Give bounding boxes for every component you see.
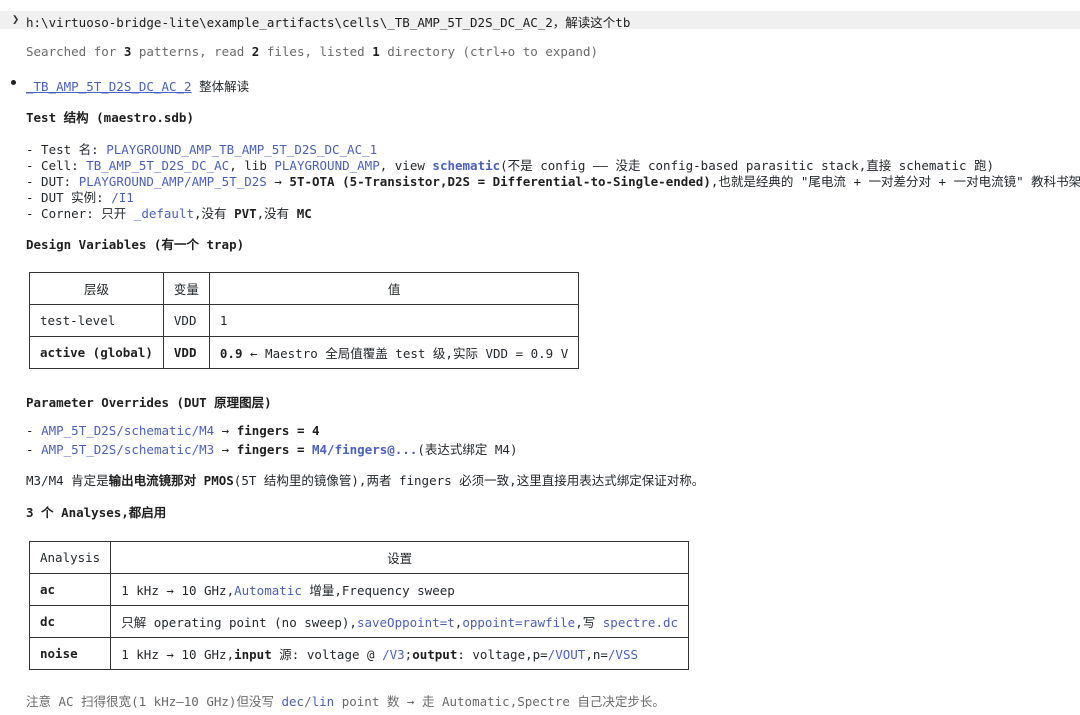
instance-path-link[interactable]: AMP_5T_D2S/schematic/M3: [41, 442, 214, 457]
override-item: - AMP_5T_D2S/schematic/M4 → fingers = 4: [26, 423, 320, 438]
text: input: [234, 647, 272, 662]
text: ,没有: [256, 206, 297, 221]
design-vars-table: 层级 变量 值 test-level VDD 1 active (global)…: [29, 272, 580, 369]
cell-link[interactable]: _TB_AMP_5T_D2S_DC_AC_2: [26, 79, 192, 94]
text: ,没有: [194, 206, 235, 221]
text: 注意 AC 扫得很宽(1 kHz–10 GHz)但没写: [26, 694, 282, 709]
text: (表达式绑定 M4): [417, 442, 518, 457]
analysis-name: noise: [28, 637, 112, 670]
corner-line: - Corner: 只开 _default,没有 PVT,没有 MC: [26, 203, 312, 222]
value-bold: 0.9: [219, 346, 243, 361]
table-cell: 1 kHz → 10 GHz,Automatic 增量,Frequency sw…: [110, 573, 690, 606]
chevron-right-icon: ❯: [12, 12, 20, 26]
table-header-row: Analysis 设置: [28, 541, 690, 574]
arrow-icon: →: [214, 442, 237, 457]
link[interactable]: oppoint=rawfile: [462, 615, 575, 630]
link[interactable]: spectre.dc: [603, 615, 678, 630]
table-row: active (global) VDD 0.9 ← Maestro 全局值覆盖 …: [29, 336, 580, 369]
link[interactable]: Automatic: [234, 583, 302, 598]
table-cell: 1: [208, 304, 580, 337]
dut-description: 5T-OTA (5-Transistor,D2S = Differential-…: [289, 174, 711, 189]
status-text: directory (ctrl+o to expand): [379, 44, 598, 59]
text: 输出电流镜那对 PMOS: [108, 473, 234, 488]
corner-link[interactable]: _default: [134, 206, 194, 221]
text: output: [412, 647, 458, 662]
table-row: test-level VDD 1: [29, 304, 580, 337]
table-header: 设置: [110, 541, 690, 574]
link[interactable]: lin: [312, 694, 335, 709]
override-note: M3/M4 肯定是输出电流镜那对 PMOS(5T 结构里的镜像管),两者 fin…: [26, 470, 704, 489]
override-item: - AMP_5T_D2S/schematic/M3 → fingers = M4…: [26, 439, 518, 458]
prompt-bar: ❯ h:\virtuoso-bridge-lite\example_artifa…: [0, 11, 1080, 30]
analyses-table: Analysis 设置 ac 1 kHz → 10 GHz,Automatic …: [28, 541, 690, 670]
analysis-name: dc: [28, 605, 112, 638]
link[interactable]: /VOUT: [548, 647, 586, 662]
text: MC: [296, 206, 312, 221]
design-vars-heading: Design Variables (有一个 trap): [26, 237, 245, 252]
table-cell: active (global): [29, 336, 164, 369]
table-header: Analysis: [28, 541, 112, 574]
link[interactable]: dec: [282, 694, 305, 709]
dash: -: [26, 423, 42, 438]
text: 增量,Frequency sweep: [301, 583, 455, 598]
table-row: ac 1 kHz → 10 GHz,Automatic 增量,Frequency…: [28, 573, 690, 606]
label: - Corner: 只开: [26, 206, 134, 221]
override-value: fingers =: [236, 442, 312, 457]
text: 只解 operating point (no sweep),: [121, 615, 357, 630]
response-title: _TB_AMP_5T_D2S_DC_AC_2 整体解读: [26, 76, 249, 95]
test-section-heading: Test 结构 (maestro.sdb): [26, 110, 194, 125]
prompt-text: h:\virtuoso-bridge-lite\example_artifact…: [26, 15, 631, 30]
text: point 数 → 走 Automatic,Spectre 自己决定步长。: [334, 694, 665, 709]
table-header: 变量: [162, 272, 210, 305]
table-header: 值: [208, 272, 580, 305]
dash: -: [26, 442, 42, 457]
text: M3/M4 肯定是: [26, 473, 109, 488]
analysis-name: ac: [28, 573, 112, 606]
arrow-icon: →: [266, 174, 290, 189]
table-cell: VDD: [162, 304, 210, 337]
footer-note: 注意 AC 扫得很宽(1 kHz–10 GHz)但没写 dec/lin poin…: [26, 691, 665, 710]
override-value: fingers = 4: [236, 423, 320, 438]
text: 1 kHz → 10 GHz,: [121, 647, 235, 662]
value-note: ← Maestro 全局值覆盖 test 级,实际 VDD = 0.9 V: [242, 346, 569, 361]
status-text: Searched for: [26, 44, 124, 59]
arrow-icon: →: [214, 423, 237, 438]
dut-line: - DUT: PLAYGROUND_AMP/AMP_5T_D2S → 5T-OT…: [26, 171, 1080, 190]
status-text: files, listed: [259, 44, 373, 59]
table-row: dc 只解 operating point (no sweep),saveOpp…: [28, 605, 690, 638]
instance-path-link[interactable]: AMP_5T_D2S/schematic/M4: [41, 423, 214, 438]
table-cell: 只解 operating point (no sweep),saveOppoin…: [110, 605, 690, 638]
text: ,也就是经典的 "尾电流 + 一对差分对 + 一对电流镜" 教科书架构: [710, 174, 1080, 189]
text: 1 kHz → 10 GHz,: [121, 583, 235, 598]
table-cell: 1 kHz → 10 GHz,input 源: voltage @ /V3;ou…: [110, 637, 690, 670]
table-header-row: 层级 变量 值: [29, 272, 580, 305]
table-cell: VDD: [162, 336, 210, 369]
link[interactable]: /V3: [382, 647, 405, 662]
analyses-heading: 3 个 Analyses,都启用: [26, 505, 167, 520]
link[interactable]: saveOppoint=t: [357, 615, 455, 630]
param-overrides-heading: Parameter Overrides (DUT 原理图层): [26, 395, 272, 410]
table-header: 层级: [29, 272, 164, 305]
bullet-icon: [11, 80, 16, 85]
status-count: 1: [372, 44, 380, 59]
text: ,写: [575, 615, 603, 630]
table-row: noise 1 kHz → 10 GHz,input 源: voltage @ …: [28, 637, 690, 670]
text: : voltage,p=: [457, 647, 548, 662]
text: ,n=: [585, 647, 608, 662]
expression-link[interactable]: M4/fingers@...: [312, 442, 417, 457]
text: /: [304, 694, 312, 709]
link[interactable]: /VSS: [608, 647, 638, 662]
title-text: 整体解读: [191, 79, 250, 94]
text: (5T 结构里的镜像管),两者 fingers 必须一致,这里直接用表达式绑定保…: [233, 473, 705, 488]
table-cell: test-level: [29, 304, 164, 337]
status-text: patterns, read: [131, 44, 252, 59]
text: 源: voltage @: [271, 647, 383, 662]
text: PVT: [234, 206, 257, 221]
search-summary[interactable]: Searched for 3 patterns, read 2 files, l…: [26, 44, 598, 59]
table-cell: 0.9 ← Maestro 全局值覆盖 test 级,实际 VDD = 0.9 …: [208, 336, 580, 369]
